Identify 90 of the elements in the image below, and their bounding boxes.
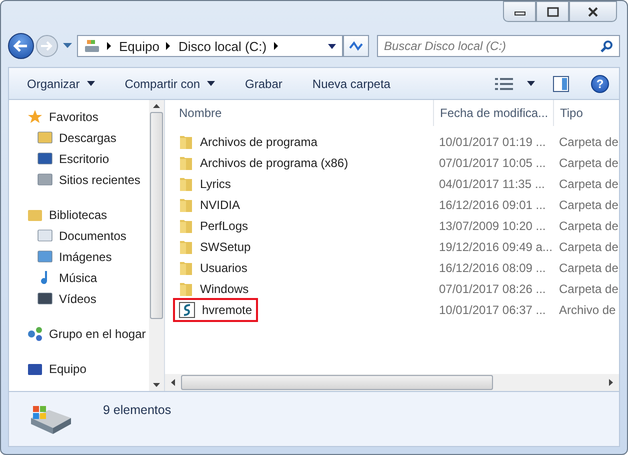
refresh-icon bbox=[348, 39, 364, 53]
right-arrow-icon bbox=[40, 40, 54, 52]
help-button[interactable]: ? bbox=[591, 74, 609, 92]
sidebar-item[interactable]: Sitios recientes bbox=[9, 169, 149, 190]
minimize-button[interactable] bbox=[503, 1, 536, 22]
table-cell-text: 07/01/2017 10:05 ... bbox=[438, 156, 547, 170]
chevron-icon[interactable] bbox=[166, 42, 172, 50]
script-file-icon bbox=[179, 302, 195, 318]
caret-icon[interactable] bbox=[527, 81, 535, 86]
sidebar-item[interactable]: Escritorio bbox=[9, 148, 149, 169]
breadcrumb[interactable]: Equipo bbox=[119, 38, 160, 54]
scroll-down-icon[interactable] bbox=[153, 383, 160, 387]
homegroup-icon bbox=[27, 326, 43, 342]
table-cell-text: 07/01/2017 08:26 ... bbox=[438, 282, 547, 296]
folder-icon bbox=[179, 238, 193, 254]
folder-icon bbox=[179, 134, 193, 150]
preview-pane-icon[interactable] bbox=[553, 76, 569, 92]
folder-icon bbox=[179, 280, 193, 296]
sidebar-item[interactable]: Descargas bbox=[9, 127, 149, 148]
table-cell-text: Carpeta de bbox=[558, 218, 619, 232]
table-cell-text: Archivo de bbox=[558, 302, 617, 316]
table-cell-text: Carpeta de bbox=[558, 282, 619, 296]
folder-icon bbox=[179, 218, 193, 234]
table-cell-text: Carpeta de bbox=[558, 156, 619, 170]
music-note-icon bbox=[41, 270, 49, 285]
toolbar-button[interactable]: Organizar bbox=[21, 74, 101, 94]
chevron-icon[interactable] bbox=[274, 42, 279, 50]
sidebar-item[interactable]: Vídeos bbox=[9, 288, 149, 309]
table-cell-text: Carpeta de bbox=[558, 260, 619, 274]
chevron-icon[interactable] bbox=[107, 42, 112, 50]
sidebar-item[interactable]: Equipo bbox=[9, 358, 149, 379]
scroll-right-icon[interactable] bbox=[609, 379, 613, 386]
table-cell-text: 10/01/2017 01:19 ... bbox=[438, 134, 547, 148]
toolbar-button[interactable]: Nueva carpeta bbox=[306, 74, 396, 94]
file-name[interactable]: Lyrics bbox=[200, 176, 231, 190]
back-button[interactable] bbox=[8, 33, 34, 59]
folder-icon bbox=[179, 260, 193, 276]
file-name[interactable]: Usuarios bbox=[200, 260, 248, 274]
column-header[interactable]: Tipo bbox=[553, 100, 619, 126]
table-cell-text: 16/12/2016 09:01 ... bbox=[438, 198, 547, 212]
close-icon bbox=[587, 6, 599, 16]
caret-icon[interactable] bbox=[328, 44, 336, 48]
refresh-button[interactable] bbox=[343, 35, 369, 57]
caret-icon bbox=[86, 81, 95, 86]
table-cell-text: 19/12/2016 09:49 a... bbox=[438, 240, 553, 254]
breadcrumb[interactable]: Disco local (C:) bbox=[178, 38, 267, 54]
star-icon bbox=[27, 108, 43, 124]
file-name[interactable]: Archivos de programa (x86) bbox=[200, 156, 348, 170]
file-name[interactable]: Archivos de programa bbox=[200, 134, 318, 148]
table-cell-text: Carpeta de bbox=[558, 198, 619, 212]
sidebar-item[interactable]: Grupo en el hogar bbox=[9, 323, 149, 344]
view-options-icon[interactable] bbox=[495, 78, 515, 90]
file-name[interactable]: SWSetup bbox=[200, 240, 251, 254]
table-cell-text: 13/07/2009 10:20 ... bbox=[438, 218, 547, 232]
search-field[interactable]: Buscar Disco local (C:) bbox=[377, 35, 620, 57]
drive-icon bbox=[84, 38, 100, 54]
table-cell-text: Carpeta de bbox=[558, 240, 619, 254]
maximize-button[interactable] bbox=[536, 1, 569, 22]
file-name[interactable]: PerfLogs bbox=[200, 218, 248, 232]
close-button[interactable] bbox=[569, 1, 617, 22]
file-name[interactable]: hvremote bbox=[202, 302, 252, 316]
sidebar-item[interactable]: Bibliotecas bbox=[9, 204, 149, 225]
toolbar-button[interactable]: Compartir con bbox=[118, 74, 222, 94]
item-count: 9 elementos bbox=[103, 403, 172, 417]
maximize-icon bbox=[546, 6, 558, 16]
sidebar-item[interactable]: Música bbox=[9, 267, 149, 288]
file-name[interactable]: NVIDIA bbox=[200, 198, 240, 212]
address-bar[interactable]: Equipo Disco local (C:) bbox=[77, 35, 343, 57]
file-name[interactable]: Windows bbox=[200, 282, 249, 296]
table-cell-text: 16/12/2016 08:09 ... bbox=[438, 260, 547, 274]
column-header[interactable]: Fecha de modifica... bbox=[433, 100, 553, 126]
folder-icon bbox=[179, 196, 193, 212]
table-cell-text: 04/01/2017 11:35 ... bbox=[438, 176, 546, 190]
scrollbar[interactable] bbox=[165, 374, 619, 391]
scrollbar[interactable] bbox=[149, 100, 164, 391]
column-header[interactable]: Nombre bbox=[165, 100, 433, 126]
search-icon bbox=[600, 40, 613, 53]
folder-icon bbox=[179, 154, 193, 170]
toolbar-button[interactable]: Grabar bbox=[239, 74, 288, 94]
table-cell-text: Carpeta de bbox=[558, 176, 619, 190]
sidebar-item[interactable]: Imágenes bbox=[9, 246, 149, 267]
scroll-up-icon[interactable] bbox=[153, 104, 160, 108]
sidebar-item[interactable]: Favoritos bbox=[9, 106, 149, 127]
left-arrow-icon bbox=[13, 39, 29, 53]
table-cell-text: Carpeta de bbox=[558, 134, 619, 148]
scroll-left-icon[interactable] bbox=[171, 379, 175, 386]
folder-icon bbox=[179, 176, 193, 192]
table-cell-text: 10/01/2017 06:37 ... bbox=[438, 302, 547, 316]
sidebar-item[interactable]: Documentos bbox=[9, 225, 149, 246]
caret-icon bbox=[207, 81, 216, 86]
